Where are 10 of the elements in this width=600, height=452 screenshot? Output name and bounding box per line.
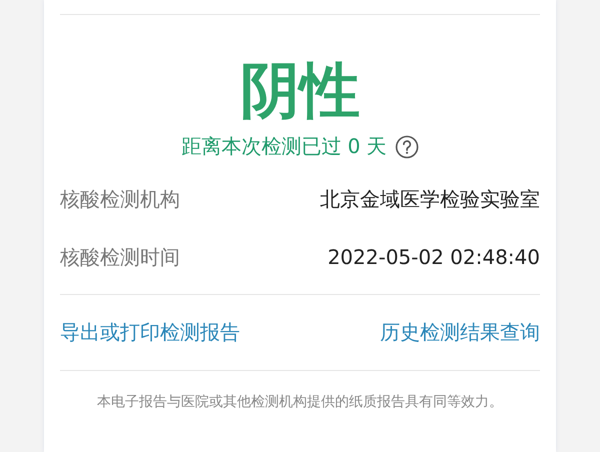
report-link[interactable]: 历史检测结果查询 <box>380 319 540 346</box>
field-label: 核酸检测时间 <box>60 244 181 271</box>
help-icon[interactable] <box>394 134 419 158</box>
field-value: 北京金域医学检验实验室 <box>320 186 540 213</box>
footer-note: 本电子报告与医院或其他检测机构提供的纸质报告具有同等效力。 <box>97 393 503 411</box>
field-value: 2022-05-02 02:48:40 <box>328 244 540 271</box>
elapsed-days-text: 距离本次检测已过 0 天 <box>181 133 387 160</box>
field-label: 核酸检测机构 <box>60 186 181 213</box>
report-link[interactable]: 导出或打印检测报告 <box>60 319 240 346</box>
result-status: 阴性 <box>240 55 360 127</box>
